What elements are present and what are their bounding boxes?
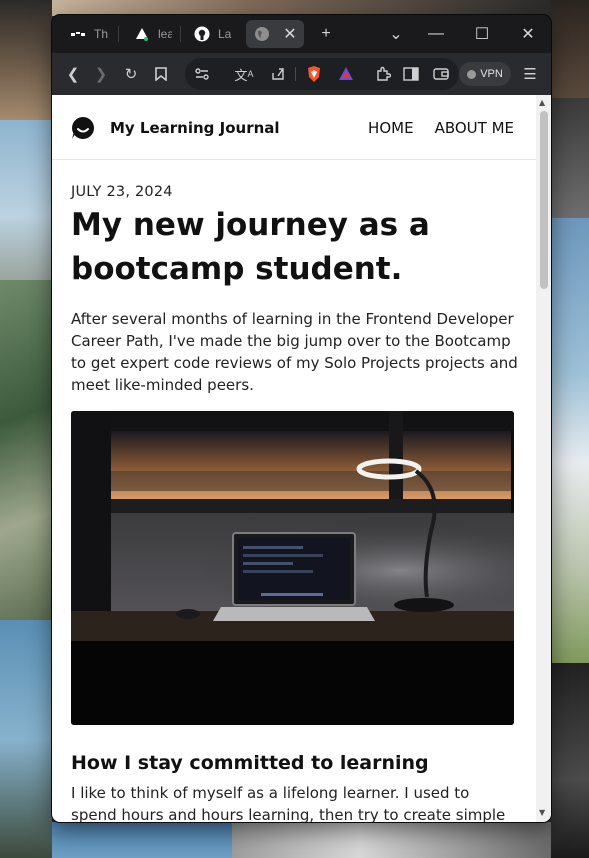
scroll-down-arrow-icon[interactable]: ▼ — [539, 808, 545, 817]
wallpaper-tile — [52, 0, 551, 16]
wallpaper-tile — [551, 663, 589, 858]
browser-window: Th lea La ✕ + ⌄ — ☐ ✕ ❮ ❯ ↻ 文 A VPN ☰ My… — [52, 15, 551, 822]
share-icon[interactable] — [265, 61, 291, 87]
chat-bubble-logo-icon[interactable] — [71, 116, 95, 140]
section-heading: How I stay committed to learning — [71, 752, 429, 774]
browser-tab-active[interactable]: ✕ — [246, 20, 304, 48]
close-window-icon[interactable]: ✕ — [514, 20, 542, 48]
reload-icon[interactable]: ↻ — [118, 61, 144, 87]
close-tab-icon[interactable]: ✕ — [276, 20, 304, 48]
section-body: I like to think of myself as a lifelong … — [71, 784, 506, 822]
scrollbar-thumb[interactable] — [540, 111, 548, 289]
translate-icon[interactable]: 文A — [231, 61, 257, 87]
bookmark-icon[interactable] — [148, 61, 174, 87]
extensions-icon[interactable] — [370, 61, 396, 87]
nav-home-link[interactable]: HOME — [368, 119, 414, 137]
wallpaper-tile — [551, 0, 589, 98]
vpn-status-icon — [467, 69, 477, 79]
vpn-button[interactable]: VPN — [459, 62, 511, 86]
site-settings-icon[interactable] — [189, 61, 215, 87]
post-intro: After several months of learning in the … — [71, 310, 518, 394]
wallpaper-tile — [0, 0, 52, 120]
hero-image — [71, 411, 514, 725]
browser-tab[interactable]: Th — [62, 20, 108, 48]
wallpaper-tile — [551, 98, 589, 218]
tab-separator — [180, 26, 181, 42]
brave-rewards-icon[interactable] — [333, 61, 359, 87]
wallpaper-tile — [551, 218, 589, 663]
vpn-label: VPN — [480, 68, 503, 80]
github-icon — [194, 26, 210, 42]
tab-strip: Th lea La ✕ + ⌄ — ☐ ✕ — [52, 15, 551, 53]
maximize-icon[interactable]: ☐ — [468, 20, 496, 48]
post-date: JULY 23, 2024 — [71, 184, 173, 200]
new-tab-icon[interactable]: + — [312, 20, 340, 48]
page-viewport: My Learning Journal HOME ABOUT ME JULY 2… — [52, 95, 551, 822]
tab-title: lea — [158, 27, 172, 41]
wallpaper-tile — [0, 620, 52, 858]
browser-toolbar: ❮ ❯ ↻ 文A VPN ☰ — [52, 53, 551, 95]
chevron-down-icon[interactable]: ⌄ — [382, 20, 410, 48]
wallpaper-tile — [0, 280, 52, 620]
site-header: My Learning Journal HOME ABOUT ME — [52, 95, 536, 160]
sidebar-icon[interactable] — [398, 61, 424, 87]
tab-dark-logo-icon — [70, 26, 86, 42]
tab-title: Th — [94, 27, 108, 41]
tab-separator — [118, 26, 119, 42]
wallpaper-tile — [232, 822, 551, 858]
nav-about-link[interactable]: ABOUT ME — [435, 119, 514, 137]
brave-shields-icon[interactable] — [301, 61, 327, 87]
scrollbar[interactable]: ▲ ▼ — [536, 95, 551, 822]
back-icon[interactable]: ❮ — [60, 61, 86, 87]
minimize-icon[interactable]: — — [422, 20, 450, 48]
forward-icon[interactable]: ❯ — [88, 61, 114, 87]
tab-title: La — [218, 27, 232, 41]
tab-triangle-icon — [134, 26, 150, 42]
main-nav: HOME ABOUT ME — [368, 119, 514, 137]
scroll-up-arrow-icon[interactable]: ▲ — [539, 98, 545, 107]
wallpaper-tile — [0, 120, 52, 280]
site-title[interactable]: My Learning Journal — [110, 119, 280, 137]
post-title: My new journey as a bootcamp student. — [71, 207, 430, 287]
globe-icon — [254, 26, 270, 42]
divider — [295, 67, 296, 81]
browser-tab[interactable]: La — [186, 20, 232, 48]
menu-icon[interactable]: ☰ — [517, 61, 543, 87]
wallet-icon[interactable] — [428, 61, 454, 87]
wallpaper-tile — [52, 822, 232, 858]
browser-tab[interactable]: lea — [126, 20, 172, 48]
